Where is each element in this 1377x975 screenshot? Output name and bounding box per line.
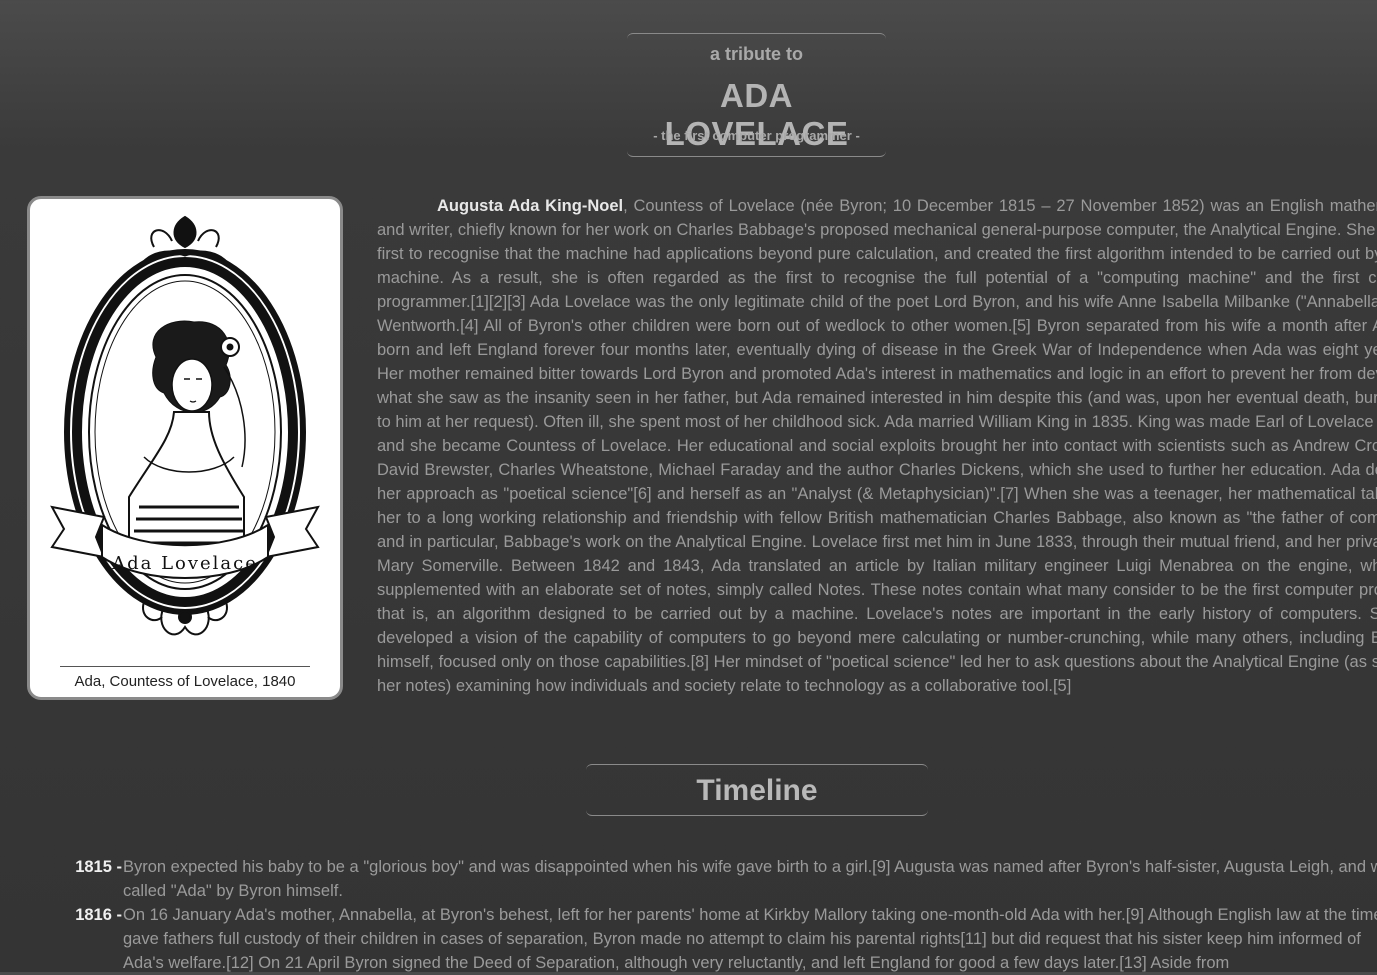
title-card: a tribute to ADA LOVELACE - the first co… [627, 33, 886, 157]
portrait-caption: Ada, Countess of Lovelace, 1840 [74, 673, 296, 690]
biography-paragraph: Augusta Ada King-Noel, Countess of Lovel… [377, 194, 1377, 698]
ada-lovelace-portrait-image: Ada Lovelace [50, 215, 320, 636]
timeline-year: 1816 - [75, 906, 122, 924]
timeline-entry: 1816 - On 16 January Ada's mother, Annab… [60, 903, 1377, 975]
bio-text: , Countess of Lovelace (née Byron; 10 De… [377, 197, 1377, 695]
subtitle: - the first computer programmer - [653, 128, 860, 143]
portrait-banner-text: Ada Lovelace [111, 553, 258, 574]
timeline-text: On 16 January Ada's mother, Annabella, a… [123, 906, 1377, 972]
pretitle: a tribute to [710, 44, 803, 64]
timeline-heading: Timeline [586, 764, 928, 816]
timeline-entry: 1815 - Byron expected his baby to be a "… [60, 855, 1377, 903]
caption-divider [60, 666, 310, 667]
bio-name: Augusta Ada King-Noel [437, 197, 624, 215]
portrait-figure: Ada Lovelace Ada, Countess of Lovelace, … [27, 196, 343, 700]
timeline-list: 1815 - Byron expected his baby to be a "… [60, 855, 1377, 975]
timeline-text: Byron expected his baby to be a "gloriou… [123, 858, 1377, 900]
timeline-year: 1815 - [75, 858, 122, 876]
